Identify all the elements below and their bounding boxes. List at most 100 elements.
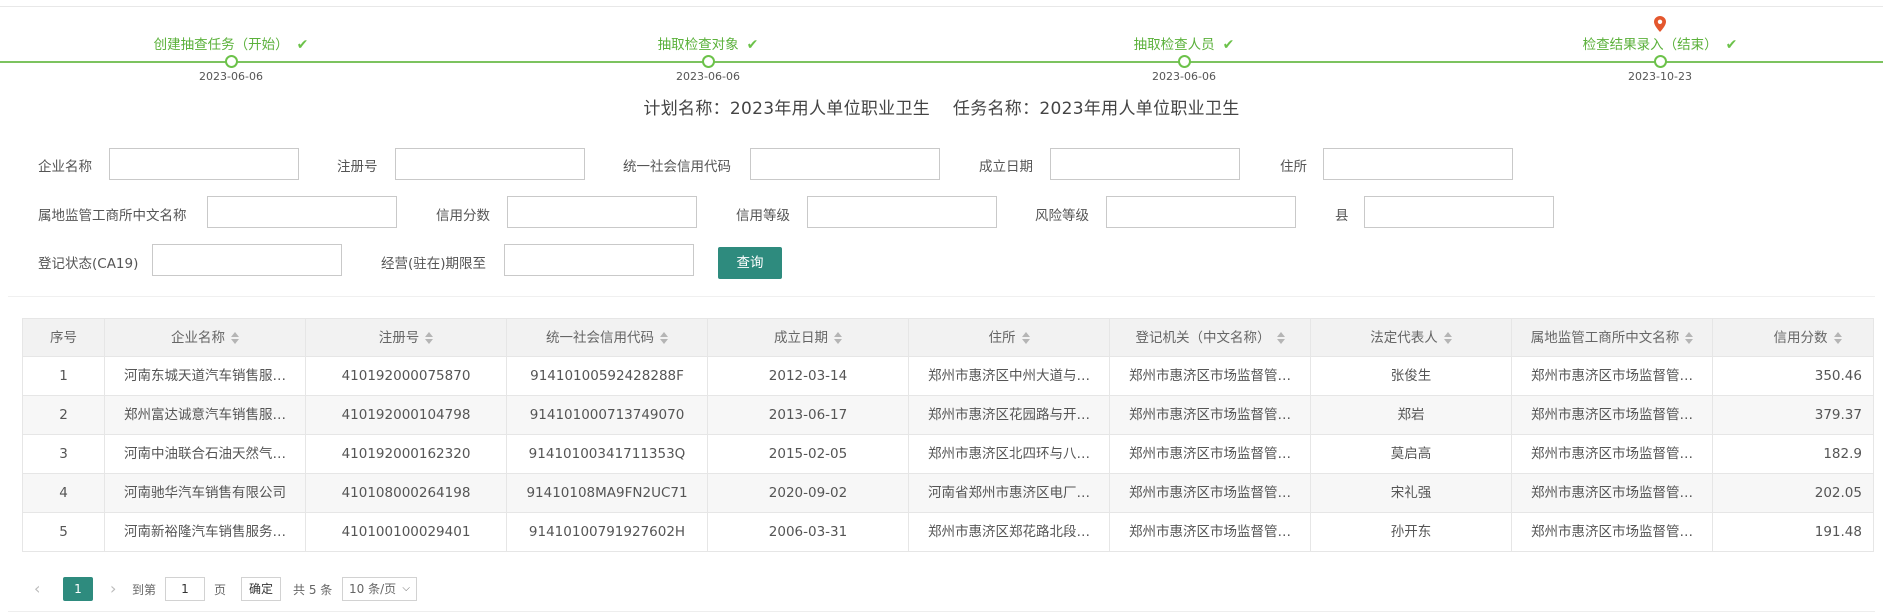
step-date: 2023-10-23: [1628, 70, 1692, 83]
sort-icon[interactable]: [1833, 332, 1842, 344]
col-header-company[interactable]: 企业名称: [105, 319, 306, 357]
col-header-reg-no[interactable]: 注册号: [306, 319, 507, 357]
table-row[interactable]: 2 郑州富达诚意汽车销售服… 410192000104798 914101000713…: [23, 396, 1873, 435]
sort-icon[interactable]: [834, 332, 842, 344]
cell-index: 2: [23, 396, 105, 434]
query-button[interactable]: 查询: [718, 247, 782, 279]
sort-icon[interactable]: [231, 332, 239, 344]
cell-reg-authority: 郑州市惠济区市场监督管…: [1110, 396, 1311, 434]
cell-reg-authority: 郑州市惠济区市场监督管…: [1110, 513, 1311, 551]
cell-address: 河南省郑州市惠济区电厂…: [909, 474, 1110, 512]
check-icon: ✔: [1222, 37, 1235, 53]
step-dot: [1178, 55, 1191, 68]
term-end-input[interactable]: [504, 244, 694, 276]
cell-legal-rep: 宋礼强: [1311, 474, 1512, 512]
cell-local-office: 郑州市惠济区市场监督管…: [1512, 396, 1713, 434]
local-office-label: 属地监管工商所中文名称: [38, 208, 187, 224]
step-date: 2023-06-06: [1152, 70, 1216, 83]
local-office-input[interactable]: [207, 196, 397, 228]
cell-legal-rep: 孙开东: [1311, 513, 1512, 551]
cell-index: 3: [23, 435, 105, 473]
goto-confirm-button[interactable]: 确定: [241, 577, 281, 601]
step-4: 检查结果录入（结束） ✔ 2023-10-23: [1510, 0, 1810, 90]
sort-icon[interactable]: [1276, 332, 1285, 344]
col-header-address[interactable]: 住所: [909, 319, 1110, 357]
cell-company: 河南东城天道汽车销售服…: [105, 357, 306, 395]
cell-est-date: 2015-02-05: [708, 435, 909, 473]
cell-est-date: 2012-03-14: [708, 357, 909, 395]
reg-no-input[interactable]: [395, 148, 585, 180]
plan-title: 计划名称：2023年用人单位职业卫生 任务名称：2023年用人单位职业卫生: [643, 99, 1240, 119]
cell-est-date: 2013-06-17: [708, 396, 909, 434]
step-label: 检查结果录入（结束）: [1582, 37, 1718, 53]
credit-level-input[interactable]: [807, 196, 997, 228]
step-2: 抽取检查对象 ✔ 2023-06-06: [558, 0, 858, 90]
cell-credit-score: 182.9: [1713, 435, 1873, 473]
prev-page-icon[interactable]: ‹: [34, 579, 40, 598]
sort-icon[interactable]: [1685, 332, 1694, 344]
goto-prefix: 到第: [132, 583, 157, 597]
est-date-input[interactable]: [1050, 148, 1240, 180]
address-label: 住所: [1280, 159, 1307, 175]
est-date-label: 成立日期: [979, 159, 1033, 175]
results-table: 序号 企业名称 注册号 统一社会信用代码 成立日期 住所 登记机关（中文名称） …: [22, 318, 1874, 552]
step-dot: [225, 55, 238, 68]
divider: [8, 296, 1875, 297]
step-1: 创建抽查任务（开始） ✔ 2023-06-06: [81, 0, 381, 90]
sort-icon[interactable]: [660, 332, 668, 344]
cell-index: 1: [23, 357, 105, 395]
credit-score-input[interactable]: [507, 196, 697, 228]
cell-est-date: 2006-03-31: [708, 513, 909, 551]
col-header-local-office[interactable]: 属地监管工商所中文名称: [1512, 319, 1713, 357]
credit-level-label: 信用等级: [736, 208, 790, 224]
cell-reg-no: 410192000075870: [306, 357, 507, 395]
company-name-label: 企业名称: [38, 159, 92, 175]
cell-credit-code: 91410100341711353Q: [507, 435, 708, 473]
cell-legal-rep: 莫启高: [1311, 435, 1512, 473]
page-1-button[interactable]: 1: [63, 577, 93, 601]
cell-legal-rep: 郑岩: [1311, 396, 1512, 434]
table-row[interactable]: 4 河南驰华汽车销售有限公司 410108000264198 91410108MA9F…: [23, 474, 1873, 513]
table-row[interactable]: 3 河南中油联合石油天然气… 410192000162320 914101003417…: [23, 435, 1873, 474]
col-header-reg-authority[interactable]: 登记机关（中文名称）: [1110, 319, 1311, 357]
location-pin-icon: [1654, 16, 1666, 32]
risk-level-label: 风险等级: [1035, 208, 1089, 224]
step-3: 抽取检查人员 ✔ 2023-06-06: [1034, 0, 1334, 90]
step-dot: [1654, 55, 1667, 68]
col-header-est-date[interactable]: 成立日期: [708, 319, 909, 357]
page-size-select[interactable]: 10 条/页 ⌵: [342, 577, 417, 601]
sort-icon[interactable]: [1021, 332, 1030, 344]
credit-score-label: 信用分数: [436, 208, 490, 224]
address-input[interactable]: [1323, 148, 1513, 180]
cell-address: 郑州市惠济区中州大道与…: [909, 357, 1110, 395]
sort-icon[interactable]: [1443, 332, 1452, 344]
risk-level-input[interactable]: [1106, 196, 1296, 228]
col-header-legal-rep[interactable]: 法定代表人: [1311, 319, 1512, 357]
cell-company: 河南中油联合石油天然气…: [105, 435, 306, 473]
credit-code-input[interactable]: [750, 148, 940, 180]
cell-credit-score: 379.37: [1713, 396, 1873, 434]
cell-credit-code: 91410100592428288F: [507, 357, 708, 395]
cell-reg-no: 410108000264198: [306, 474, 507, 512]
col-header-credit-score[interactable]: 信用分数: [1713, 319, 1873, 357]
sort-icon[interactable]: [425, 332, 434, 344]
table-row[interactable]: 1 河南东城天道汽车销售服… 410192000075870 914101005924…: [23, 357, 1873, 396]
next-page-icon[interactable]: ›: [110, 579, 116, 598]
cell-address: 郑州市惠济区花园路与开…: [909, 396, 1110, 434]
cell-credit-score: 191.48: [1713, 513, 1873, 551]
goto-page-input[interactable]: 1: [165, 577, 205, 601]
reg-status-input[interactable]: [152, 244, 342, 276]
cell-address: 郑州市惠济区郑花路北段…: [909, 513, 1110, 551]
step-date: 2023-06-06: [199, 70, 263, 83]
company-name-input[interactable]: [109, 148, 299, 180]
cell-local-office: 郑州市惠济区市场监督管…: [1512, 513, 1713, 551]
col-header-credit-code[interactable]: 统一社会信用代码: [507, 319, 708, 357]
step-label: 抽取检查对象: [657, 37, 739, 53]
county-input[interactable]: [1364, 196, 1554, 228]
table-row[interactable]: 5 河南新裕隆汽车销售服务… 410100100029401 914101007919…: [23, 513, 1873, 551]
cell-company: 河南新裕隆汽车销售服务…: [105, 513, 306, 551]
county-label: 县: [1335, 208, 1349, 224]
cell-company: 郑州富达诚意汽车销售服…: [105, 396, 306, 434]
cell-index: 5: [23, 513, 105, 551]
goto-suffix: 页: [214, 583, 227, 597]
